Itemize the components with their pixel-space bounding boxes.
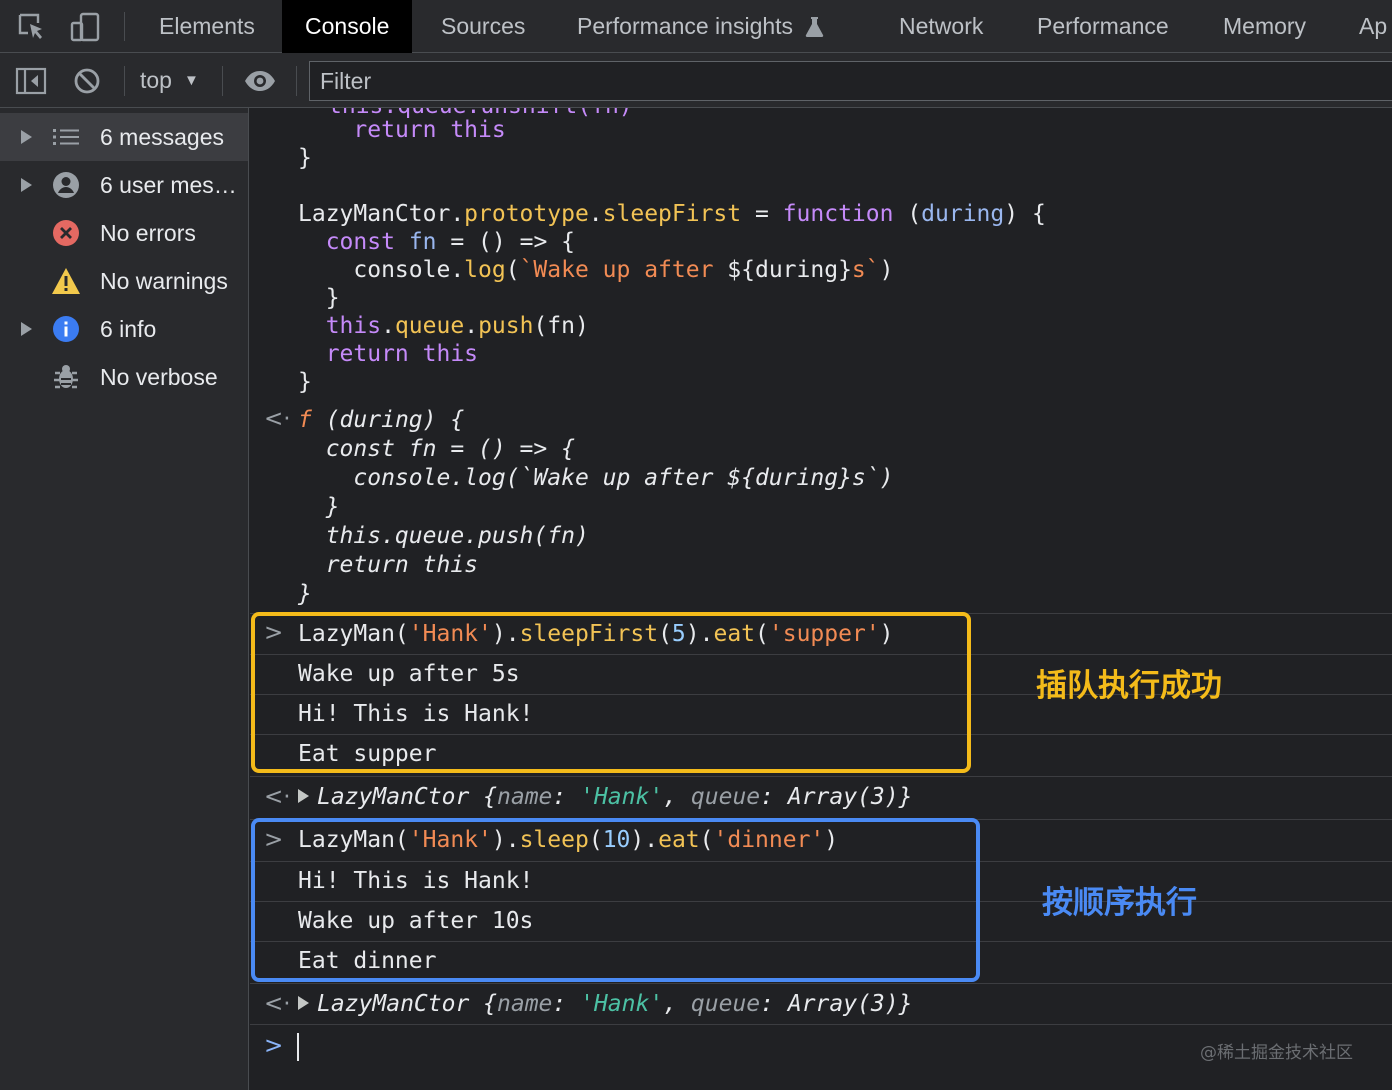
result-line: }: [298, 494, 340, 520]
row-divider: [250, 1024, 1392, 1025]
console-output: this.queue.unshift(fn) return this } Laz…: [250, 108, 1392, 1090]
annotation-note-2: 按顺序执行: [1042, 885, 1197, 921]
console-sidebar: 6 messages 6 user mes… No errors No warn…: [0, 108, 249, 1090]
sidebar-item-verbose[interactable]: No verbose: [0, 353, 248, 401]
code-token: return this: [325, 117, 506, 143]
console-prompt-icon: >: [264, 1033, 284, 1059]
log-row: Wake up after 10s: [298, 908, 534, 934]
sidebar-item-warnings[interactable]: No warnings: [0, 257, 248, 305]
clear-console-icon[interactable]: [68, 53, 106, 108]
expand-arrow-icon[interactable]: [21, 322, 32, 336]
code-line: const fn = () => {: [325, 229, 575, 255]
user-icon: [51, 170, 81, 200]
code-line: }: [298, 369, 312, 395]
watermark: @稀土掘金技术社区: [1200, 1043, 1353, 1063]
tab-application[interactable]: Ap: [1336, 0, 1387, 53]
console-input-row: LazyMan('Hank').sleep(10).eat('dinner'): [298, 827, 839, 853]
log-row: Hi! This is Hank!: [298, 701, 534, 727]
sidebar-item-label: No warnings: [100, 267, 228, 294]
info-icon: [51, 314, 81, 344]
list-icon: [51, 122, 81, 152]
sidebar-item-user-messages[interactable]: 6 user mes…: [0, 161, 248, 209]
tab-sources[interactable]: Sources: [418, 0, 548, 53]
inspect-element-icon[interactable]: [14, 0, 50, 53]
toolbar-divider: [124, 12, 125, 41]
toolbar-divider: [296, 66, 297, 96]
annotation-note-1: 插队执行成功: [1036, 668, 1222, 704]
result-line: const fn = () => {: [298, 436, 575, 462]
tab-performance-insights-label: Performance insights: [577, 13, 794, 39]
live-expression-eye-icon[interactable]: [240, 53, 280, 108]
expand-object-icon[interactable]: [298, 996, 309, 1010]
code-line: this.queue.push(fn): [325, 313, 589, 339]
tab-memory[interactable]: Memory: [1200, 0, 1329, 53]
toolbar-divider: [124, 66, 125, 96]
toolbar-divider: [222, 66, 223, 96]
code-line: LazyManCtor.prototype.sleepFirst = funct…: [298, 201, 1046, 227]
code-line: }: [298, 285, 340, 311]
code-line: return this: [298, 116, 506, 144]
warning-icon: [51, 266, 81, 296]
input-prompt-icon: >: [264, 620, 284, 646]
sidebar-item-errors[interactable]: No errors: [0, 209, 248, 257]
log-row: Wake up after 5s: [298, 661, 520, 687]
log-row: Eat supper: [298, 741, 437, 767]
console-prompt-input[interactable]: [297, 1033, 299, 1061]
console-input-row: LazyMan('Hank').sleepFirst(5).eat('suppe…: [298, 621, 894, 647]
input-prompt-icon: >: [264, 827, 284, 853]
result-line: f (during) {: [298, 407, 465, 433]
context-selector-label: top: [140, 67, 172, 93]
sidebar-item-info[interactable]: 6 info: [0, 305, 248, 353]
sidebar-item-label: No errors: [100, 219, 196, 246]
tab-network[interactable]: Network: [876, 0, 1006, 53]
expand-object-icon[interactable]: [298, 789, 309, 803]
tab-elements[interactable]: Elements: [136, 0, 278, 53]
result-line: this.queue.push(fn): [298, 523, 589, 549]
expand-arrow-icon[interactable]: [21, 130, 32, 144]
sidebar-item-messages[interactable]: 6 messages: [0, 113, 248, 161]
context-selector[interactable]: top ▼: [140, 53, 199, 108]
experimental-flask-icon: [805, 16, 824, 37]
sidebar-item-label: 6 messages: [100, 123, 225, 150]
result-line: }: [298, 581, 312, 607]
result-arrow-icon: <·: [264, 406, 291, 432]
sidebar-item-label: 6 info: [100, 315, 157, 342]
log-row: Eat dinner: [298, 948, 437, 974]
tab-performance[interactable]: Performance: [1014, 0, 1192, 53]
sidebar-item-label: No verbose: [100, 363, 218, 390]
code-line: }: [298, 145, 312, 171]
object-result-row[interactable]: LazyManCtor {name: 'Hank', queue: Array(…: [298, 984, 912, 1024]
error-icon: [51, 218, 81, 248]
object-result-row[interactable]: LazyManCtor {name: 'Hank', queue: Array(…: [298, 777, 912, 817]
tab-performance-insights[interactable]: Performance insights: [554, 0, 833, 53]
log-row: Hi! This is Hank!: [298, 868, 534, 894]
console-toolbar: top ▼: [0, 53, 1392, 108]
sidebar-item-label: 6 user mes…: [100, 171, 237, 198]
result-arrow-icon: <·: [264, 991, 291, 1017]
result-arrow-icon: <·: [264, 784, 291, 810]
tab-console[interactable]: Console: [282, 0, 413, 53]
devtools-tab-bar: Elements Console Sources Performance ins…: [0, 0, 1392, 53]
device-toolbar-icon[interactable]: [66, 0, 104, 53]
result-line: console.log(`Wake up after ${during}s`): [298, 465, 894, 491]
code-line: return this: [298, 341, 479, 367]
code-line: console.log(`Wake up after ${during}s`): [298, 257, 894, 283]
bug-icon: [51, 362, 81, 392]
sidebar-toggle-icon[interactable]: [12, 53, 50, 108]
filter-input[interactable]: [309, 61, 1392, 101]
chevron-down-icon: ▼: [183, 72, 199, 89]
result-line: return this: [298, 552, 479, 578]
expand-arrow-icon[interactable]: [21, 178, 32, 192]
